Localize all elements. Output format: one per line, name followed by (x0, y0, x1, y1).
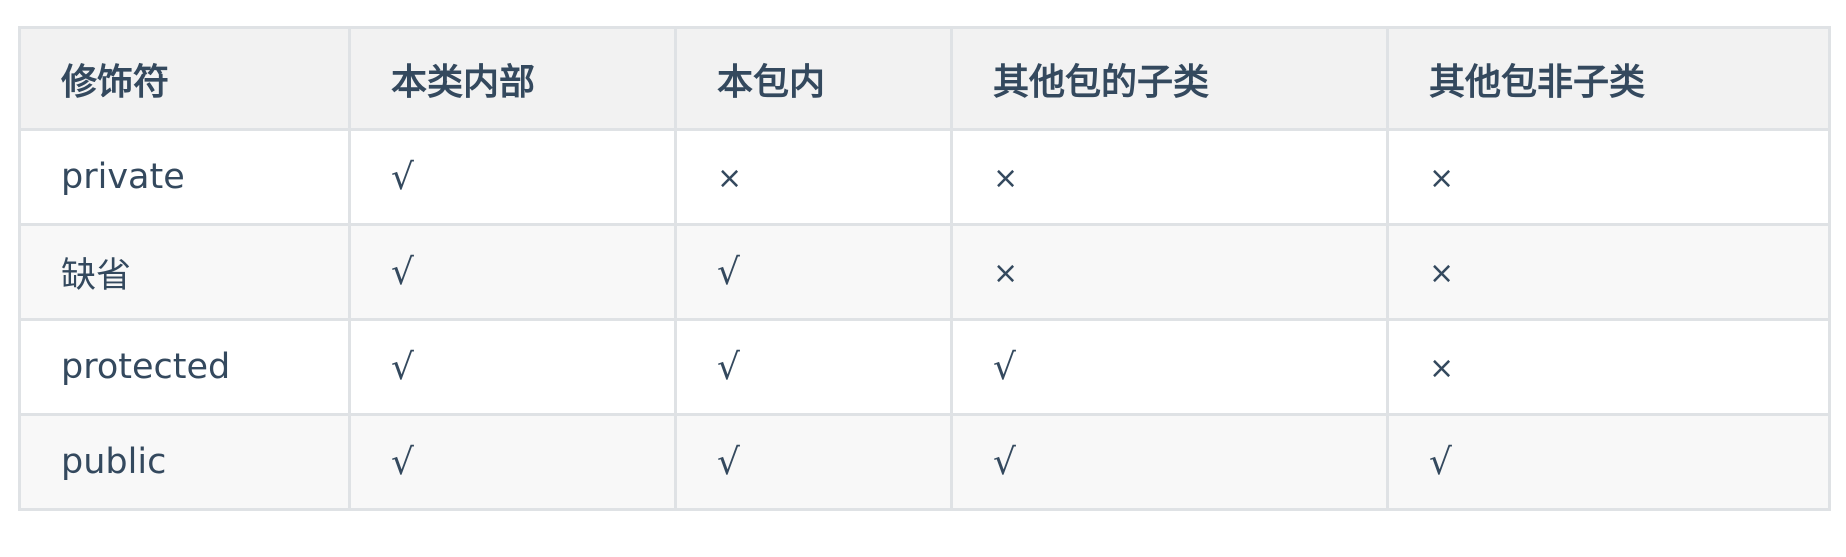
access-mark: × (993, 256, 1019, 291)
modifier-cell: protected (18, 318, 351, 416)
access-mark: × (993, 161, 1019, 196)
access-mark: √ (391, 441, 414, 483)
header-row: 修饰符 本类内部 本包内 其他包的子类 其他包非子类 (18, 26, 1831, 131)
table-row: private √ × × × (18, 128, 1831, 226)
modifier-cell: 缺省 (18, 223, 351, 321)
access-mark: √ (391, 251, 414, 293)
access-mark: √ (1429, 441, 1452, 483)
access-cell: √ (674, 223, 953, 321)
access-cell: × (1386, 128, 1831, 226)
access-mark: × (1429, 161, 1455, 196)
access-mark: × (1429, 351, 1455, 386)
access-mark: √ (717, 346, 740, 388)
access-mark: √ (391, 156, 414, 198)
access-modifier-table-container: 修饰符 本类内部 本包内 其他包的子类 其他包非子类 private √ × ×… (18, 26, 1831, 511)
access-cell: × (1386, 318, 1831, 416)
access-cell: √ (348, 223, 677, 321)
access-cell: √ (950, 318, 1389, 416)
access-cell: √ (348, 318, 677, 416)
header-subclass-other-package: 其他包的子类 (950, 26, 1389, 131)
access-cell: √ (348, 413, 677, 511)
access-mark: √ (993, 346, 1016, 388)
access-cell: √ (674, 413, 953, 511)
access-cell: √ (950, 413, 1389, 511)
access-cell: × (674, 128, 953, 226)
access-cell: × (1386, 223, 1831, 321)
access-cell: √ (1386, 413, 1831, 511)
header-same-class: 本类内部 (348, 26, 677, 131)
access-mark: √ (993, 441, 1016, 483)
access-cell: × (950, 223, 1389, 321)
header-non-subclass-other-package: 其他包非子类 (1386, 26, 1831, 131)
table-row: public √ √ √ √ (18, 413, 1831, 511)
access-cell: × (950, 128, 1389, 226)
access-mark: × (1429, 256, 1455, 291)
modifier-cell: private (18, 128, 351, 226)
header-same-package: 本包内 (674, 26, 953, 131)
table-row: protected √ √ √ × (18, 318, 1831, 416)
access-mark: × (717, 161, 743, 196)
access-cell: √ (674, 318, 953, 416)
access-modifier-table: 修饰符 本类内部 本包内 其他包的子类 其他包非子类 private √ × ×… (18, 26, 1831, 511)
modifier-cell: public (18, 413, 351, 511)
access-mark: √ (391, 346, 414, 388)
access-mark: √ (717, 251, 740, 293)
header-modifier: 修饰符 (18, 26, 351, 131)
access-cell: √ (348, 128, 677, 226)
access-mark: √ (717, 441, 740, 483)
table-row: 缺省 √ √ × × (18, 223, 1831, 321)
